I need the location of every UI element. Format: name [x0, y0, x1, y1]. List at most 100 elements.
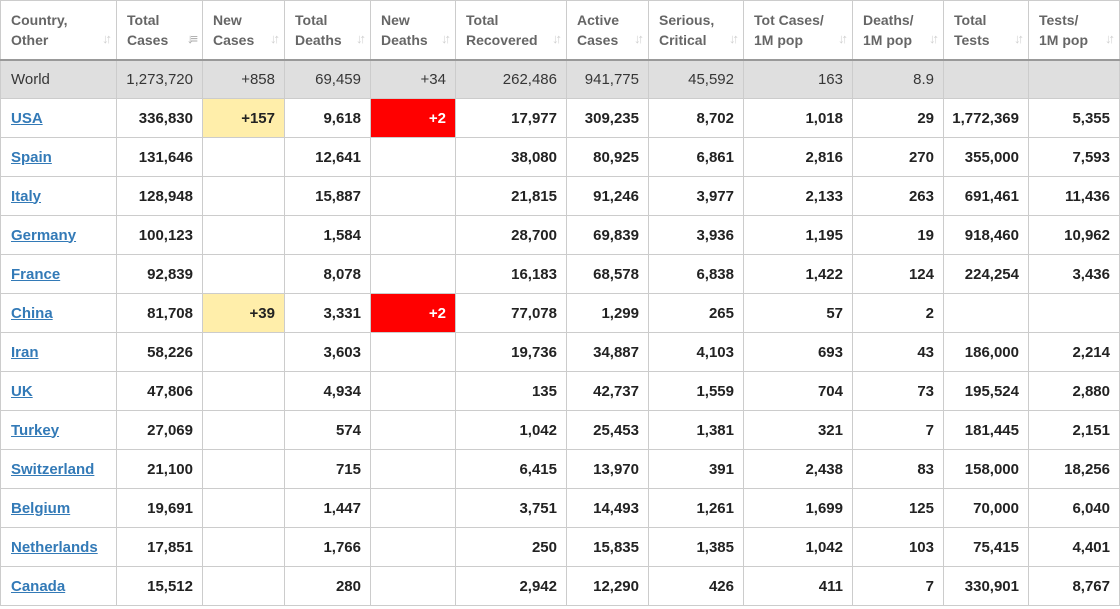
column-header-deaths-per-1m[interactable]: Deaths/1M pop ↓↑ [852, 0, 944, 61]
table-row: China 81,708 +39 3,331 +2 77,078 1,299 265 57 2 [0, 293, 1120, 333]
header-line-2: Cases [213, 32, 255, 48]
cell-total-deaths: 1,584 [284, 215, 371, 255]
column-header-total-tests[interactable]: Total Tests ↓↑ [943, 0, 1029, 61]
column-header-new-cases[interactable]: New Cases ↓↑ [202, 0, 285, 61]
country-link[interactable]: France [11, 266, 60, 283]
sort-both-icon[interactable]: ↓↑ [552, 29, 562, 49]
country-link[interactable]: Netherlands [11, 539, 98, 556]
column-header-serious-critical[interactable]: Serious, Critical ↓↑ [648, 0, 744, 61]
cell-country-other: Germany [0, 215, 117, 255]
cell-country-other: World [0, 59, 117, 99]
column-header-label: Total Deaths [295, 10, 362, 50]
cell-deaths-per-1m: 43 [852, 332, 944, 372]
column-header-tests-per-1m[interactable]: Tests/1M pop ↓↑ [1028, 0, 1120, 61]
sort-both-icon[interactable]: ↓↑ [838, 29, 848, 49]
cell-new-cases [202, 332, 285, 372]
cell-deaths-per-1m: 29 [852, 98, 944, 138]
sort-both-icon[interactable]: ↓↑ [1105, 29, 1115, 49]
table-row: Germany 100,123 1,584 28,700 69,839 3,936 1,19… [0, 215, 1120, 255]
cell-total-recovered: 2,942 [455, 566, 567, 606]
country-link[interactable]: Iran [11, 344, 39, 361]
cell-active-cases: 25,453 [566, 410, 649, 450]
cell-total-tests: 355,000 [943, 137, 1029, 177]
header-line-2: Deaths [381, 32, 428, 48]
column-header-total-deaths[interactable]: Total Deaths ↓↑ [284, 0, 371, 61]
sort-desc-active-icon[interactable]: ↓≡ [187, 29, 198, 49]
cell-tot-cases-per-1m: 1,195 [743, 215, 853, 255]
country-link[interactable]: Belgium [11, 500, 70, 517]
country-link[interactable]: Switzerland [11, 461, 94, 478]
cell-total-recovered: 250 [455, 527, 567, 567]
cell-deaths-per-1m: 124 [852, 254, 944, 294]
cell-country-other: Turkey [0, 410, 117, 450]
cell-total-tests: 195,524 [943, 371, 1029, 411]
cell-total-recovered: 77,078 [455, 293, 567, 333]
cell-total-tests: 158,000 [943, 449, 1029, 489]
cell-serious-critical: 6,838 [648, 254, 744, 294]
cell-serious-critical: 4,103 [648, 332, 744, 372]
cell-serious-critical: 3,977 [648, 176, 744, 216]
country-link[interactable]: Italy [11, 188, 41, 205]
column-header-active-cases[interactable]: Active Cases ↓↑ [566, 0, 649, 61]
sort-both-icon[interactable]: ↓↑ [270, 29, 280, 49]
table-row: USA 336,830 +157 9,618 +2 17,977 309,235 8,702 1… [0, 98, 1120, 138]
cell-total-recovered: 16,183 [455, 254, 567, 294]
cell-total-cases: 17,851 [116, 527, 203, 567]
cell-new-cases: +157 [202, 98, 285, 138]
column-header-total-cases[interactable]: Total Cases ↓≡ [116, 0, 203, 61]
sort-both-icon[interactable]: ↓↑ [1014, 29, 1024, 49]
sort-both-icon[interactable]: ↓↑ [441, 29, 451, 49]
sort-both-icon[interactable]: ↓↑ [929, 29, 939, 49]
sort-both-icon[interactable]: ↓↑ [356, 29, 366, 49]
cell-deaths-per-1m: 2 [852, 293, 944, 333]
sort-both-icon[interactable]: ↓↑ [729, 29, 739, 49]
cell-total-recovered: 21,815 [455, 176, 567, 216]
cell-deaths-per-1m: 7 [852, 410, 944, 450]
cell-tests-per-1m: 3,436 [1028, 254, 1120, 294]
cell-new-cases [202, 527, 285, 567]
cell-total-recovered: 3,751 [455, 488, 567, 528]
cell-new-cases [202, 566, 285, 606]
cell-tests-per-1m: 6,040 [1028, 488, 1120, 528]
header-line-2: 1M pop [863, 32, 912, 48]
header-line-1: Total [954, 12, 987, 28]
header-line-2: Other [11, 32, 49, 48]
country-link[interactable]: Canada [11, 578, 65, 595]
header-line-1: Tot Cases/ [754, 12, 824, 28]
country-link[interactable]: Turkey [11, 422, 59, 439]
cell-serious-critical: 1,385 [648, 527, 744, 567]
table-row: Turkey 27,069 574 1,042 25,453 1,381 321 7 181,4… [0, 410, 1120, 450]
country-link[interactable]: Spain [11, 149, 52, 166]
cell-country-other: Netherlands [0, 527, 117, 567]
sort-both-icon[interactable]: ↓↑ [634, 29, 644, 49]
cell-new-deaths [370, 137, 456, 177]
column-header-total-recovered[interactable]: Total Recovered ↓↑ [455, 0, 567, 61]
column-header-new-deaths[interactable]: New Deaths ↓↑ [370, 0, 456, 61]
country-link[interactable]: UK [11, 383, 33, 400]
cell-total-cases: 47,806 [116, 371, 203, 411]
cell-serious-critical: 1,261 [648, 488, 744, 528]
cell-tests-per-1m: 2,880 [1028, 371, 1120, 411]
cell-total-tests: 224,254 [943, 254, 1029, 294]
country-link[interactable]: Germany [11, 227, 76, 244]
cell-active-cases: 34,887 [566, 332, 649, 372]
column-header-tot-cases-per-1m[interactable]: Tot Cases/1M pop ↓↑ [743, 0, 853, 61]
cell-total-recovered: 17,977 [455, 98, 567, 138]
cell-tests-per-1m [1028, 59, 1120, 99]
column-header-country-other[interactable]: Country, Other ↓↑ [0, 0, 117, 61]
cell-country-other: Belgium [0, 488, 117, 528]
cell-serious-critical: 426 [648, 566, 744, 606]
cell-serious-critical: 1,381 [648, 410, 744, 450]
cell-country-other: UK [0, 371, 117, 411]
cell-total-cases: 131,646 [116, 137, 203, 177]
cell-new-deaths [370, 176, 456, 216]
sort-both-icon[interactable]: ↓↑ [102, 29, 112, 49]
column-header-label: Total Recovered [466, 10, 558, 50]
cell-tests-per-1m: 5,355 [1028, 98, 1120, 138]
cell-total-deaths: 9,618 [284, 98, 371, 138]
header-line-1: Total [127, 12, 160, 28]
country-link[interactable]: China [11, 305, 53, 322]
cell-total-tests: 186,000 [943, 332, 1029, 372]
cell-tot-cases-per-1m: 163 [743, 59, 853, 99]
country-link[interactable]: USA [11, 110, 43, 127]
